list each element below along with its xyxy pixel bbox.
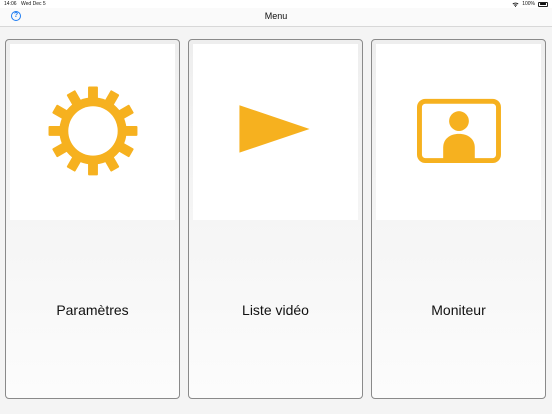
- page-title: Menu: [264, 11, 288, 21]
- tile-moniteur[interactable]: Moniteur: [371, 39, 546, 399]
- menu-grid: Paramètres Liste vidéo Moniteur: [0, 27, 552, 414]
- wifi-icon: [512, 2, 519, 7]
- app-screen: 14:06 Wed Dec 5 100% ? Menu Paramètres L…: [0, 0, 552, 414]
- tile-liste-video[interactable]: Liste vidéo: [188, 39, 363, 399]
- tile-label: Moniteur: [431, 302, 486, 318]
- gear-icon: [48, 86, 138, 176]
- status-bar: 14:06 Wed Dec 5 100%: [0, 0, 552, 8]
- battery-percent: 100%: [522, 1, 535, 7]
- play-icon: [239, 105, 310, 153]
- battery-icon: [538, 1, 548, 7]
- status-right: 100%: [512, 1, 548, 7]
- tile-parametres[interactable]: Paramètres: [5, 39, 180, 399]
- tile-icon-area: [376, 44, 541, 220]
- nav-bar: ? Menu: [0, 8, 552, 27]
- monitor-person-icon: [416, 98, 501, 164]
- status-time: 14:06: [4, 1, 17, 7]
- tile-icon-area: [193, 44, 358, 220]
- tile-icon-area: [10, 44, 175, 220]
- tile-label: Paramètres: [56, 302, 129, 318]
- status-date: Wed Dec 5: [21, 1, 46, 7]
- tile-label: Liste vidéo: [242, 302, 309, 318]
